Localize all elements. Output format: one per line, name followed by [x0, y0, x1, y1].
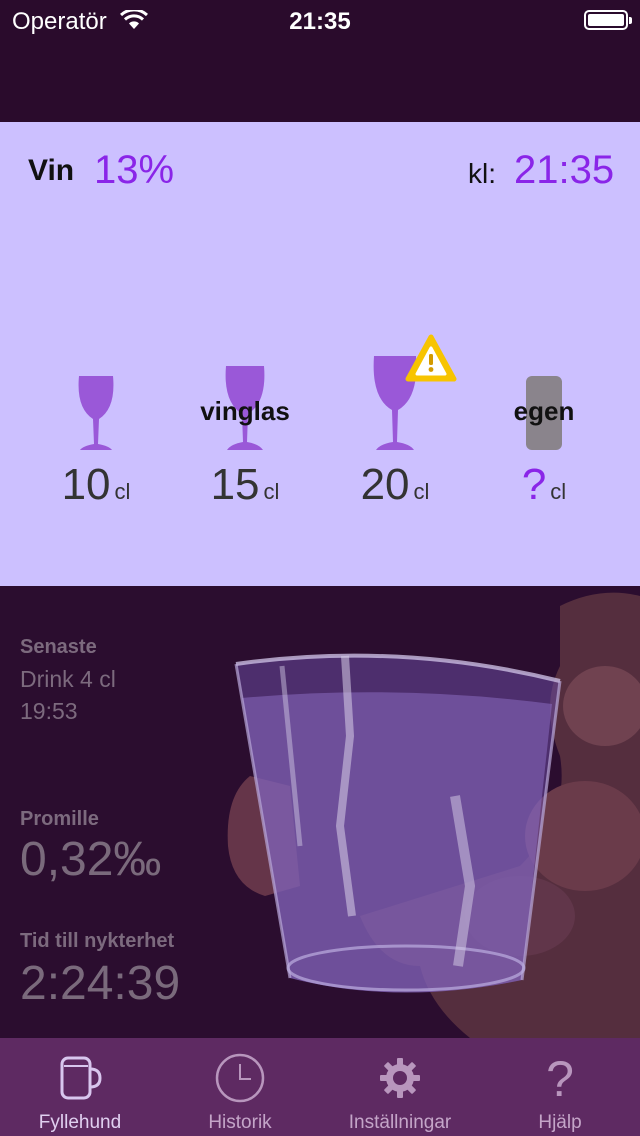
- option-label: egen: [513, 396, 575, 426]
- tab-label: Hjälp: [538, 1112, 582, 1133]
- option-size: 10 cl: [61, 460, 131, 509]
- option-egen[interactable]: egen ? cl: [474, 122, 614, 522]
- wine-glass-small-icon: [78, 376, 114, 450]
- latest-time: 19:53: [20, 698, 78, 724]
- tab-historik[interactable]: Historik: [160, 1038, 320, 1136]
- svg-text:?: ?: [546, 1052, 574, 1104]
- battery-icon: [584, 10, 632, 30]
- option-size: ? cl: [521, 460, 567, 509]
- option-size: 20 cl: [360, 460, 430, 509]
- option-vinglas[interactable]: vinglas 15 cl: [175, 122, 315, 522]
- tab-bar: Fyllehund Historik Inställningar ? Hjälp: [0, 1038, 640, 1136]
- status-clock: 21:35: [289, 8, 351, 35]
- drink-panel: Vin 13% kl: 21:35 10 cl vinglas 15 cl 20…: [0, 122, 640, 586]
- latest-drink: Drink 4 cl: [20, 666, 116, 692]
- latest-title: Senaste: [20, 636, 97, 658]
- sober-time-value: 2:24:39: [20, 957, 181, 1010]
- status-bar: Operatör 21:35: [0, 0, 640, 40]
- question-icon: ?: [546, 1052, 574, 1104]
- stats-area: Senaste Drink 4 cl 19:53 Promille 0,32‰ …: [0, 586, 640, 1038]
- beer-mug-icon: [60, 1056, 102, 1100]
- option-label: vinglas: [200, 396, 290, 426]
- option-size: 15 cl: [210, 460, 280, 509]
- option-20cl[interactable]: 20 cl: [325, 122, 465, 522]
- tab-hjalp[interactable]: ? Hjälp: [480, 1038, 640, 1136]
- promille-value: 0,32‰: [20, 833, 162, 886]
- tab-installningar[interactable]: Inställningar: [320, 1038, 480, 1136]
- option-10cl[interactable]: 10 cl: [26, 122, 166, 522]
- tab-label: Historik: [208, 1112, 272, 1133]
- tab-fyllehund[interactable]: Fyllehund: [0, 1038, 160, 1136]
- promille-title: Promille: [20, 808, 99, 830]
- clock-icon: [215, 1053, 265, 1103]
- sober-title: Tid till nykterhet: [20, 930, 175, 952]
- warning-icon: [405, 334, 457, 382]
- tab-label: Fyllehund: [38, 1112, 122, 1133]
- gear-icon: [380, 1058, 420, 1098]
- tab-label: Inställningar: [348, 1112, 452, 1133]
